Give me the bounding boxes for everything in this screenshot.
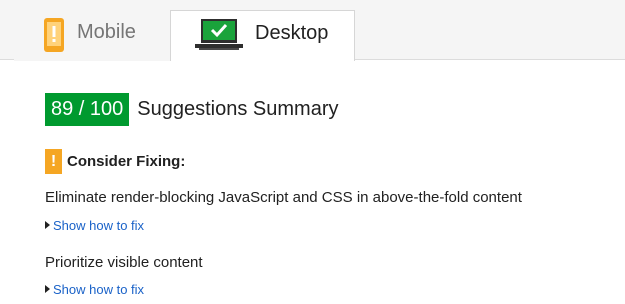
tab-mobile-label: Mobile [77, 21, 136, 43]
triangle-right-icon [45, 221, 50, 229]
laptop-check-icon [195, 19, 243, 50]
summary-title: Suggestions Summary [137, 97, 339, 120]
score-badge: 89 / 100 [45, 92, 130, 126]
tab-mobile[interactable]: Mobile [14, 10, 170, 61]
show-how-to-fix-link[interactable]: Show how to fix [45, 281, 144, 297]
show-how-to-fix-label: Show how to fix [53, 217, 145, 233]
tab-desktop[interactable]: Desktop [170, 10, 355, 61]
tab-desktop-label: Desktop [255, 22, 329, 44]
phone-warning-icon [44, 18, 64, 52]
device-tab-bar: Mobile Desktop [0, 0, 625, 61]
consider-fixing-header: ! Consider Fixing: [45, 149, 185, 174]
consider-fixing-label: Consider Fixing: [67, 153, 186, 170]
triangle-right-icon [45, 285, 50, 293]
show-how-to-fix-label: Show how to fix [53, 281, 145, 297]
show-how-to-fix-link[interactable]: Show how to fix [45, 217, 144, 233]
warning-icon: ! [45, 149, 62, 174]
score-summary: 89 / 100 Suggestions Summary [45, 92, 339, 126]
rule-title-visible-content: Prioritize visible content [45, 254, 203, 271]
rule-title-render-blocking: Eliminate render-blocking JavaScript and… [45, 189, 522, 206]
